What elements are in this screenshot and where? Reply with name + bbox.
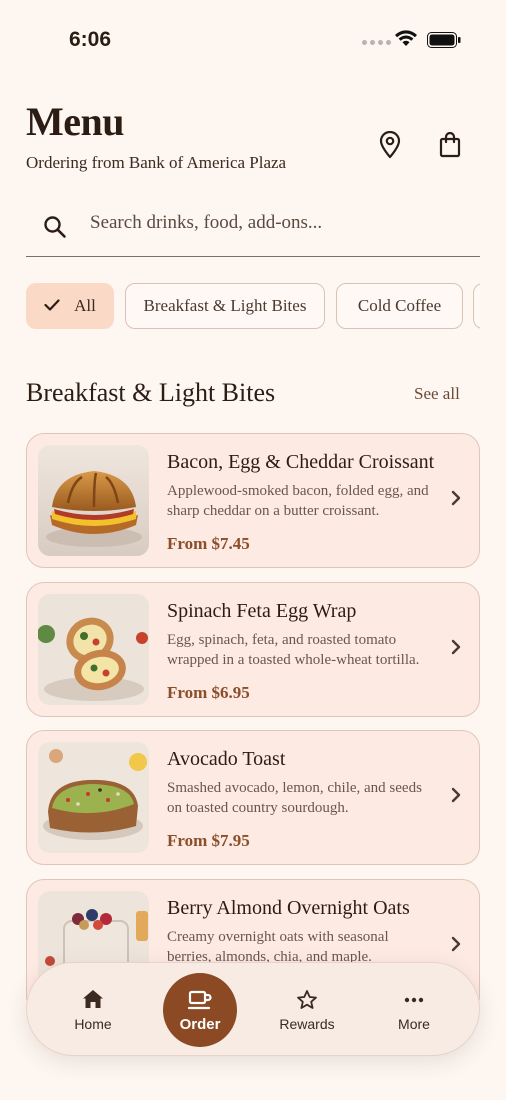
signal-dots-icon	[362, 40, 391, 45]
search-input[interactable]	[90, 208, 470, 238]
wifi-icon	[395, 30, 417, 52]
chevron-right-icon	[451, 936, 461, 957]
chip-label: All	[74, 296, 96, 315]
menu-item-card[interactable]: Avocado Toast Smashed avocado, lemon, ch…	[26, 730, 480, 865]
item-price: From $6.95	[167, 683, 250, 702]
tab-more[interactable]: More	[369, 963, 459, 1057]
tab-label: Order	[179, 1016, 221, 1033]
search-bar[interactable]	[26, 200, 480, 257]
item-description: Applewood-smoked bacon, folded egg, and …	[167, 483, 429, 519]
status-bar: 6:06	[0, 28, 506, 56]
category-chips: All Breakfast & Light Bites Cold Coffee	[26, 283, 480, 331]
section-title: Breakfast & Light Bites	[26, 378, 276, 407]
search-icon	[42, 214, 68, 245]
tab-label: Rewards	[279, 1016, 335, 1032]
bottom-tab-bar: Home Order Rewards More	[26, 962, 480, 1056]
store-subtitle[interactable]: Ordering from Bank of America Plaza	[26, 153, 286, 173]
star-icon	[262, 989, 352, 1013]
chip-breakfast[interactable]: Breakfast & Light Bites	[125, 283, 325, 329]
tab-order[interactable]: Order	[155, 963, 245, 1057]
item-description: Smashed avocado, lemon, chile, and seeds…	[167, 780, 422, 816]
chip-label: Breakfast & Light Bites	[143, 296, 307, 315]
menu-item-card[interactable]: Bacon, Egg & Cheddar Croissant Applewood…	[26, 433, 480, 568]
menu-item-card[interactable]: Spinach Feta Egg Wrap Egg, spinach, feta…	[26, 582, 480, 717]
item-price: From $7.95	[167, 831, 250, 850]
item-name: Spinach Feta Egg Wrap	[167, 600, 357, 622]
map-pin-icon[interactable]	[375, 130, 405, 160]
battery-icon	[427, 32, 461, 53]
item-name: Avocado Toast	[167, 748, 286, 770]
see-all-link[interactable]: See all	[414, 384, 460, 404]
more-dots-icon	[369, 989, 459, 1013]
avocado-toast-image	[38, 742, 149, 853]
tab-rewards[interactable]: Rewards	[262, 963, 352, 1057]
chip-more[interactable]	[473, 283, 480, 329]
chip-cold-coffee[interactable]: Cold Coffee	[336, 283, 463, 329]
chevron-right-icon	[451, 639, 461, 660]
item-price: From $7.45	[167, 534, 250, 553]
chevron-right-icon	[451, 787, 461, 808]
checkmark-icon	[44, 296, 60, 316]
egg-wrap-image	[38, 594, 149, 705]
shopping-bag-icon[interactable]	[435, 130, 465, 160]
chip-label: Cold Coffee	[357, 296, 442, 315]
tab-label: Home	[74, 1016, 112, 1032]
item-description: Egg, spinach, feta, and roasted tomato w…	[167, 632, 420, 668]
chevron-right-icon	[451, 490, 461, 511]
coffee-cup-icon	[155, 989, 245, 1013]
item-description: Creamy overnight oats with seasonal berr…	[167, 929, 389, 965]
item-name: Berry Almond Overnight Oats	[167, 897, 410, 919]
chip-all[interactable]: All	[26, 283, 114, 329]
status-time: 6:06	[69, 28, 112, 51]
tab-label: More	[398, 1016, 430, 1032]
croissant-image	[38, 445, 149, 556]
page-title: Menu	[26, 99, 125, 144]
item-name: Bacon, Egg & Cheddar Croissant	[167, 451, 435, 473]
home-icon	[48, 989, 138, 1013]
tab-home[interactable]: Home	[48, 963, 138, 1057]
